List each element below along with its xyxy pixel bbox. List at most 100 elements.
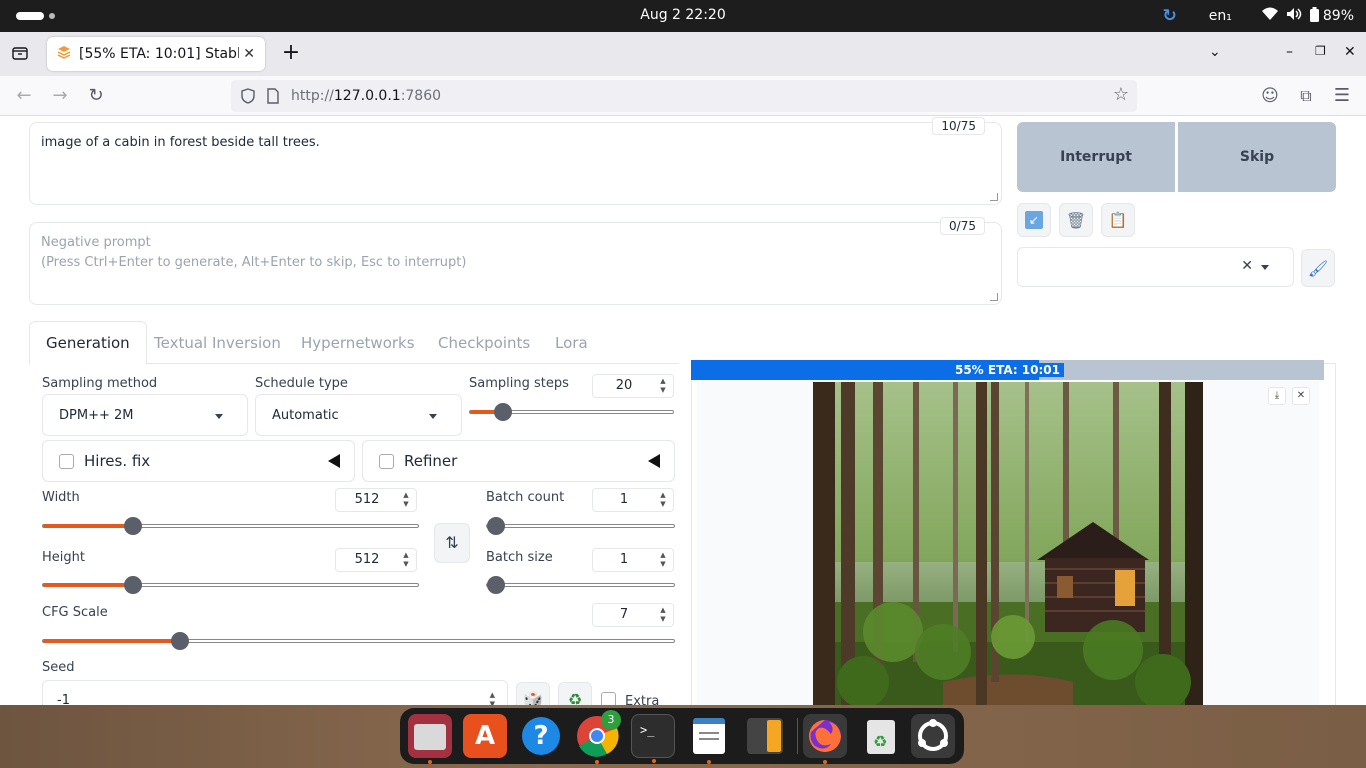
swap-dimensions-button[interactable]: ⇅ bbox=[434, 523, 470, 563]
skip-button[interactable]: Skip bbox=[1178, 122, 1336, 192]
list-all-tabs-icon[interactable]: ⌄ bbox=[1209, 44, 1221, 60]
firefox-icon[interactable] bbox=[803, 714, 847, 764]
chrome-icon[interactable]: 3 bbox=[575, 710, 621, 764]
reuse-seed-button[interactable]: ♻ bbox=[558, 682, 592, 705]
batch-count-input[interactable]: 1 ▲ ▼ bbox=[592, 488, 674, 512]
webui-page: image of a cabin in forest beside tall t… bbox=[0, 117, 1366, 705]
stepper-arrows-icon[interactable]: ▲ ▼ bbox=[490, 691, 495, 705]
edit-styles-button[interactable]: 🖌 bbox=[1301, 249, 1335, 287]
clear-prompt-button[interactable]: 🗑 bbox=[1059, 203, 1093, 237]
forward-arrow-icon[interactable]: → bbox=[48, 84, 72, 108]
system-clock[interactable]: Aug 2 22:20 bbox=[0, 7, 1366, 23]
cfg-scale-slider[interactable] bbox=[42, 632, 675, 650]
refiner-accordion[interactable]: Refiner bbox=[362, 440, 675, 482]
slider-thumb[interactable] bbox=[171, 632, 189, 650]
tab-checkpoints[interactable]: Checkpoints bbox=[438, 321, 530, 364]
width-slider[interactable] bbox=[42, 517, 419, 535]
stepper-arrows-icon[interactable]: ▲ ▼ bbox=[400, 551, 412, 569]
extensions-icon[interactable]: ⧉ bbox=[1294, 84, 1318, 108]
calculator-icon[interactable] bbox=[743, 714, 787, 758]
terminal-icon[interactable]: >_ bbox=[631, 714, 675, 763]
chevron-down-icon bbox=[215, 414, 223, 419]
tab-lora[interactable]: Lora bbox=[555, 321, 588, 364]
maximize-window-icon[interactable]: ❐ bbox=[1315, 44, 1326, 58]
new-tab-button[interactable]: + bbox=[280, 42, 302, 64]
refiner-checkbox[interactable] bbox=[379, 453, 394, 469]
tracking-shield-icon[interactable] bbox=[241, 88, 255, 108]
url-host: 127.0.0.1 bbox=[333, 88, 401, 104]
extra-seed-checkbox[interactable] bbox=[601, 692, 616, 705]
page-info-icon[interactable] bbox=[267, 88, 279, 108]
bookmark-star-icon[interactable]: ☆ bbox=[1113, 84, 1129, 105]
collapse-triangle-icon[interactable] bbox=[648, 454, 660, 468]
system-tray[interactable]: ↻ en₁ 89% bbox=[1163, 6, 1354, 26]
width-input[interactable]: 512 ▲ ▼ bbox=[335, 488, 417, 512]
generated-image-preview[interactable] bbox=[813, 382, 1203, 705]
url-scheme: http:// bbox=[291, 88, 334, 104]
sampling-method-select[interactable]: DPM++ 2M bbox=[42, 394, 248, 436]
height-slider[interactable] bbox=[42, 576, 419, 594]
resize-grip-icon[interactable] bbox=[990, 293, 998, 301]
slider-thumb[interactable] bbox=[487, 576, 505, 594]
download-icon[interactable]: ⤓ bbox=[1268, 387, 1286, 405]
update-icon: ↻ bbox=[1162, 6, 1177, 26]
collapse-triangle-icon[interactable] bbox=[328, 454, 340, 468]
help-icon[interactable]: ? bbox=[519, 714, 563, 758]
apply-styles-button[interactable]: 📋 bbox=[1101, 203, 1135, 237]
resize-grip-icon[interactable] bbox=[990, 193, 998, 201]
tab-hypernetworks[interactable]: Hypernetworks bbox=[301, 321, 415, 364]
stepper-arrows-icon[interactable]: ▲ ▼ bbox=[657, 606, 669, 624]
refiner-label: Refiner bbox=[404, 452, 458, 470]
chevron-down-icon bbox=[1261, 265, 1269, 270]
batch-size-input[interactable]: 1 ▲ ▼ bbox=[592, 548, 674, 572]
files-app-icon[interactable] bbox=[408, 714, 452, 764]
negative-prompt-textarea[interactable]: Negative prompt (Press Ctrl+Enter to gen… bbox=[29, 217, 1002, 305]
close-image-icon[interactable]: ✕ bbox=[1292, 387, 1310, 405]
hires-fix-accordion[interactable]: Hires. fix bbox=[42, 440, 355, 482]
slider-thumb[interactable] bbox=[487, 517, 505, 535]
text-editor-icon[interactable] bbox=[687, 714, 731, 764]
url-bar[interactable]: http://127.0.0.1:7860 ☆ bbox=[231, 80, 1137, 112]
minimize-window-icon[interactable]: – bbox=[1286, 44, 1293, 60]
schedule-type-select[interactable]: Automatic bbox=[255, 394, 462, 436]
random-seed-button[interactable]: 🎲 bbox=[516, 682, 550, 705]
reload-icon[interactable]: ↻ bbox=[84, 84, 108, 108]
batch-size-slider[interactable] bbox=[486, 576, 675, 594]
interrupt-button[interactable]: Interrupt bbox=[1017, 122, 1175, 192]
cfg-scale-input[interactable]: 7 ▲ ▼ bbox=[592, 603, 674, 627]
slider-thumb[interactable] bbox=[124, 576, 142, 594]
stepper-arrows-icon[interactable]: ▲ ▼ bbox=[400, 491, 412, 509]
browser-nav-bar: ← → ↻ http://127.0.0.1:7860 ☆ ☺ ⧉ ☰ bbox=[0, 76, 1366, 116]
height-input[interactable]: 512 ▲ ▼ bbox=[335, 548, 417, 572]
prompt-textarea[interactable]: image of a cabin in forest beside tall t… bbox=[29, 117, 1002, 205]
read-params-button[interactable]: ↙ bbox=[1017, 203, 1051, 237]
close-window-icon[interactable]: ✕ bbox=[1344, 44, 1356, 60]
tab-generation[interactable]: Generation bbox=[29, 321, 147, 365]
tab-close-icon[interactable]: ✕ bbox=[243, 46, 255, 62]
tab-overview-icon[interactable] bbox=[12, 45, 28, 65]
show-apps-icon[interactable] bbox=[911, 714, 955, 758]
slider-thumb[interactable] bbox=[494, 403, 512, 421]
sampling-steps-slider[interactable] bbox=[469, 403, 674, 421]
language-indicator[interactable]: en₁ bbox=[1209, 8, 1232, 24]
hires-fix-checkbox[interactable] bbox=[59, 453, 74, 469]
trash-app-icon[interactable]: ♻ bbox=[859, 714, 903, 758]
sampling-steps-input[interactable]: 20 ▲ ▼ bbox=[592, 374, 674, 398]
stepper-arrows-icon[interactable]: ▲ ▼ bbox=[657, 551, 669, 569]
styles-dropdown[interactable]: ✕ bbox=[1017, 247, 1294, 287]
running-indicator bbox=[707, 760, 711, 764]
stable-diffusion-favicon-icon bbox=[57, 45, 71, 63]
account-icon[interactable]: ☺ bbox=[1258, 84, 1282, 108]
tab-title: [55% ETA: 10:01] Stable D bbox=[79, 46, 240, 62]
stepper-arrows-icon[interactable]: ▲ ▼ bbox=[657, 491, 669, 509]
batch-count-slider[interactable] bbox=[486, 517, 675, 535]
tab-textual-inversion[interactable]: Textual Inversion bbox=[154, 321, 281, 364]
seed-input[interactable]: -1 ▲ ▼ bbox=[42, 680, 508, 705]
app-center-icon[interactable]: A bbox=[463, 714, 507, 758]
back-arrow-icon[interactable]: ← bbox=[12, 84, 36, 108]
menu-hamburger-icon[interactable]: ☰ bbox=[1330, 84, 1354, 108]
slider-thumb[interactable] bbox=[124, 517, 142, 535]
browser-tab-active[interactable]: [55% ETA: 10:01] Stable D ✕ bbox=[47, 37, 265, 71]
stepper-arrows-icon[interactable]: ▲ ▼ bbox=[657, 377, 669, 395]
clear-selection-icon[interactable]: ✕ bbox=[1241, 258, 1253, 274]
